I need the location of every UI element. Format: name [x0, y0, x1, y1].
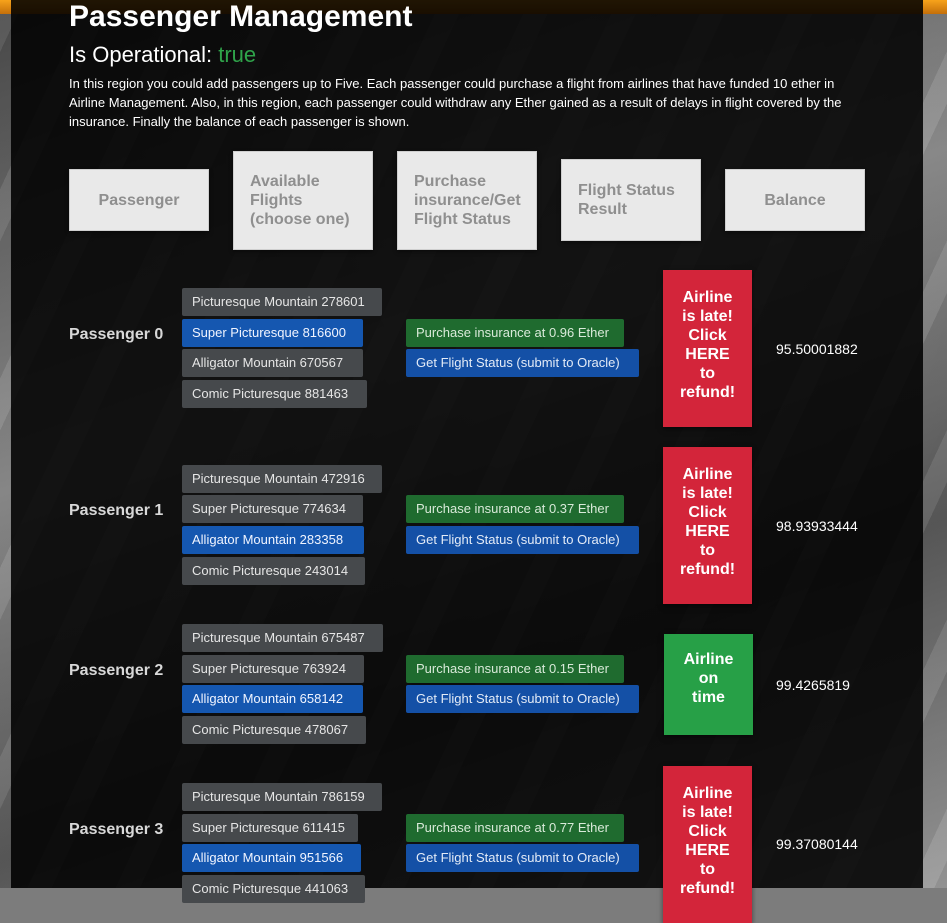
result-text-line: on	[698, 670, 719, 687]
flight-option-button[interactable]: Comic Picturesque 478067	[182, 716, 366, 744]
flight-status-result-button[interactable]: Airline is late! Click HERE to refund!	[663, 766, 752, 923]
flight-option-button[interactable]: Comic Picturesque 243014	[182, 557, 365, 585]
flight-status-result-button[interactable]: Airline is late! Click HERE to refund!	[663, 447, 752, 604]
flight-option-button[interactable]: Super Picturesque 611415	[182, 814, 358, 842]
passenger-label: Passenger 2	[69, 662, 164, 679]
result-text-line: to	[699, 861, 716, 878]
header-balance-button[interactable]: Balance	[725, 169, 865, 231]
result-text-line: Click	[688, 823, 727, 840]
result-text-line: Airline	[682, 466, 733, 483]
operational-status: Is Operational: true	[69, 42, 256, 68]
result-text-line: Click	[688, 327, 727, 344]
flight-option-button[interactable]: Alligator Mountain 951566	[182, 844, 361, 872]
purchase-insurance-button[interactable]: Purchase insurance at 0.96 Ether	[406, 319, 624, 347]
operational-label: Is Operational:	[69, 42, 213, 67]
operational-value: true	[218, 42, 257, 67]
result-text-line: is late!	[682, 308, 733, 325]
purchase-insurance-button[interactable]: Purchase insurance at 0.37 Ether	[406, 495, 624, 523]
result-text-line: Airline	[682, 785, 733, 802]
description: In this region you could add passengers …	[69, 76, 842, 129]
get-flight-status-button[interactable]: Get Flight Status (submit to Oracle)	[406, 685, 639, 713]
result-text-line: HERE	[685, 346, 730, 363]
header-available-flights-button[interactable]: Available Flights (choose one)	[233, 151, 373, 250]
result-text-line: time	[692, 689, 725, 706]
get-flight-status-button[interactable]: Get Flight Status (submit to Oracle)	[406, 349, 639, 377]
flight-option-button[interactable]: Picturesque Mountain 278601	[182, 288, 382, 316]
balance-value: 98.93933444	[776, 518, 858, 534]
flight-option-button[interactable]: Picturesque Mountain 472916	[182, 465, 382, 493]
flight-option-button[interactable]: Super Picturesque 816600	[182, 319, 363, 347]
result-text-line: is late!	[682, 804, 733, 821]
result-text-line: to	[699, 542, 716, 559]
flight-option-button[interactable]: Alligator Mountain 283358	[182, 526, 364, 554]
result-text-line: refund!	[679, 561, 736, 578]
flight-option-button[interactable]: Comic Picturesque 441063	[182, 875, 365, 903]
main-panel	[11, 0, 923, 888]
flight-status-result-button[interactable]: Airline on time	[664, 634, 753, 735]
flight-option-button[interactable]: Super Picturesque 763924	[182, 655, 364, 683]
page-title: Passenger Management	[69, 0, 413, 33]
flight-option-button[interactable]: Alligator Mountain 658142	[182, 685, 363, 713]
passenger-label: Passenger 3	[69, 821, 164, 838]
result-text-line: Airline	[683, 651, 734, 668]
result-text-line: is late!	[682, 485, 733, 502]
header-purchase-insurance-button[interactable]: Purchase insurance/Get Flight Status	[397, 151, 537, 250]
flight-option-button[interactable]: Super Picturesque 774634	[182, 495, 363, 523]
result-text-line: HERE	[685, 842, 730, 859]
purchase-insurance-button[interactable]: Purchase insurance at 0.77 Ether	[406, 814, 624, 842]
balance-value: 99.37080144	[776, 836, 858, 852]
result-text-line: Airline	[682, 289, 733, 306]
get-flight-status-button[interactable]: Get Flight Status (submit to Oracle)	[406, 844, 639, 872]
flight-status-result-button[interactable]: Airline is late! Click HERE to refund!	[663, 270, 752, 427]
result-text-line: Click	[688, 504, 727, 521]
flight-option-button[interactable]: Picturesque Mountain 786159	[182, 783, 382, 811]
result-text-line: HERE	[685, 523, 730, 540]
passenger-label: Passenger 0	[69, 326, 164, 343]
flight-option-button[interactable]: Comic Picturesque 881463	[182, 380, 367, 408]
purchase-insurance-button[interactable]: Purchase insurance at 0.15 Ether	[406, 655, 624, 683]
balance-value: 95.50001882	[776, 341, 858, 357]
flight-option-button[interactable]: Picturesque Mountain 675487	[182, 624, 383, 652]
result-text-line: to	[699, 365, 716, 382]
flight-option-button[interactable]: Alligator Mountain 670567	[182, 349, 363, 377]
header-passenger-button[interactable]: Passenger	[69, 169, 209, 231]
result-text-line: refund!	[679, 384, 736, 401]
header-flight-status-result-button[interactable]: Flight Status Result	[561, 159, 701, 241]
passenger-label: Passenger 1	[69, 502, 164, 519]
result-text-line: refund!	[679, 880, 736, 897]
balance-value: 99.4265819	[776, 677, 850, 693]
get-flight-status-button[interactable]: Get Flight Status (submit to Oracle)	[406, 526, 639, 554]
